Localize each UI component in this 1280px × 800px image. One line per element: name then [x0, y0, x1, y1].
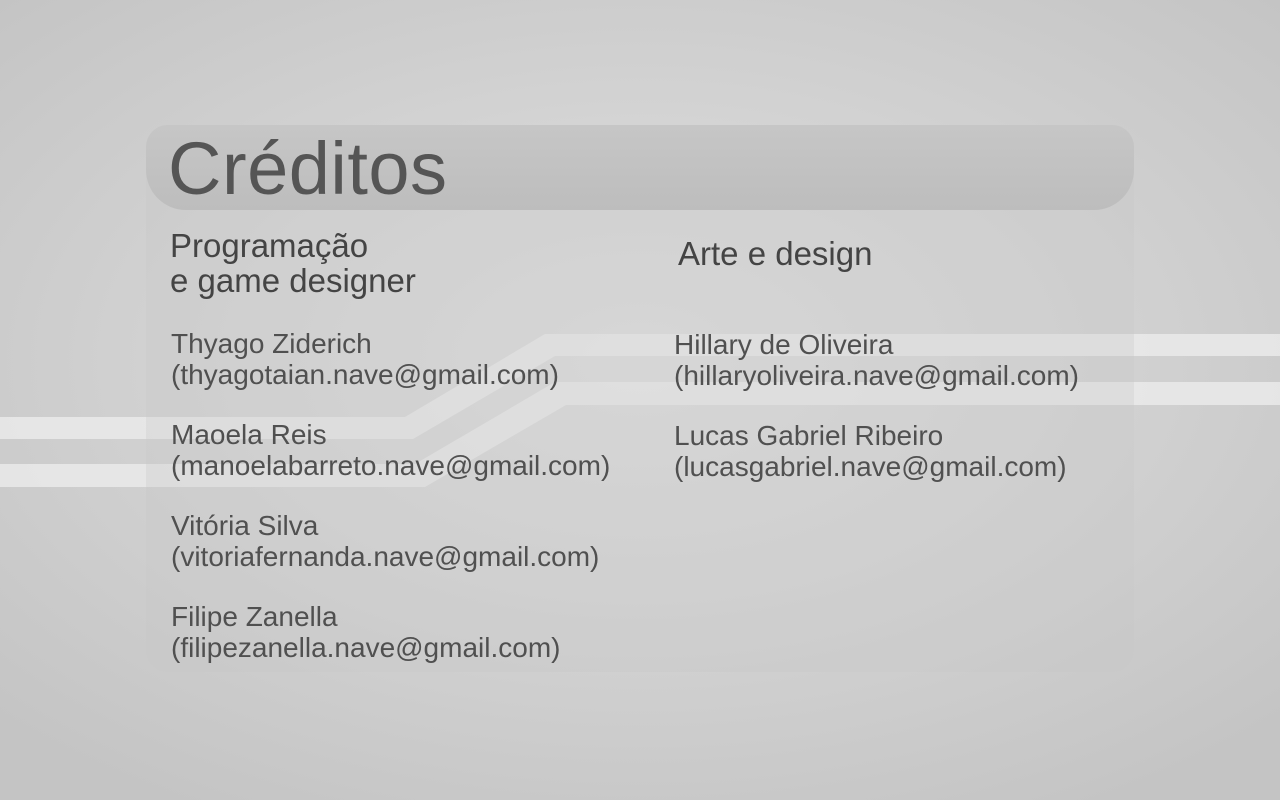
credit-entry-thyago: Thyago Ziderich (thyagotaian.nave@gmail.… — [171, 328, 559, 390]
credit-email: (lucasgabriel.nave@gmail.com) — [674, 451, 1067, 482]
section-heading-programming-line2: e game designer — [170, 262, 416, 299]
credit-email: (filipezanella.nave@gmail.com) — [171, 632, 561, 663]
credit-name: Vitória Silva — [171, 510, 319, 541]
credit-name: Filipe Zanella — [171, 601, 338, 632]
section-heading-art: Arte e design — [678, 236, 872, 271]
section-heading-programming-line1: Programação — [170, 227, 369, 264]
credit-name: Hillary de Oliveira — [674, 329, 894, 360]
credit-name: Thyago Ziderich — [171, 328, 372, 359]
credit-name: Maoela Reis — [171, 419, 327, 450]
credit-entry-maoela: Maoela Reis (manoelabarreto.nave@gmail.c… — [171, 419, 610, 481]
credit-email: (hillaryoliveira.nave@gmail.com) — [674, 360, 1079, 391]
page-title: Créditos — [168, 127, 448, 210]
credit-email: (vitoriafernanda.nave@gmail.com) — [171, 541, 600, 572]
credit-email: (thyagotaian.nave@gmail.com) — [171, 359, 559, 390]
credit-name: Lucas Gabriel Ribeiro — [674, 420, 944, 451]
credit-email: (manoelabarreto.nave@gmail.com) — [171, 450, 611, 481]
credit-entry-filipe: Filipe Zanella (filipezanella.nave@gmail… — [171, 601, 560, 663]
section-heading-art-line1: Arte e design — [678, 235, 873, 272]
section-heading-programming: Programação e game designer — [170, 228, 416, 298]
credit-entry-hillary: Hillary de Oliveira (hillaryoliveira.nav… — [674, 329, 1079, 391]
credit-entry-lucas: Lucas Gabriel Ribeiro (lucasgabriel.nave… — [674, 420, 1067, 482]
credit-entry-vitoria: Vitória Silva (vitoriafernanda.nave@gmai… — [171, 510, 599, 572]
